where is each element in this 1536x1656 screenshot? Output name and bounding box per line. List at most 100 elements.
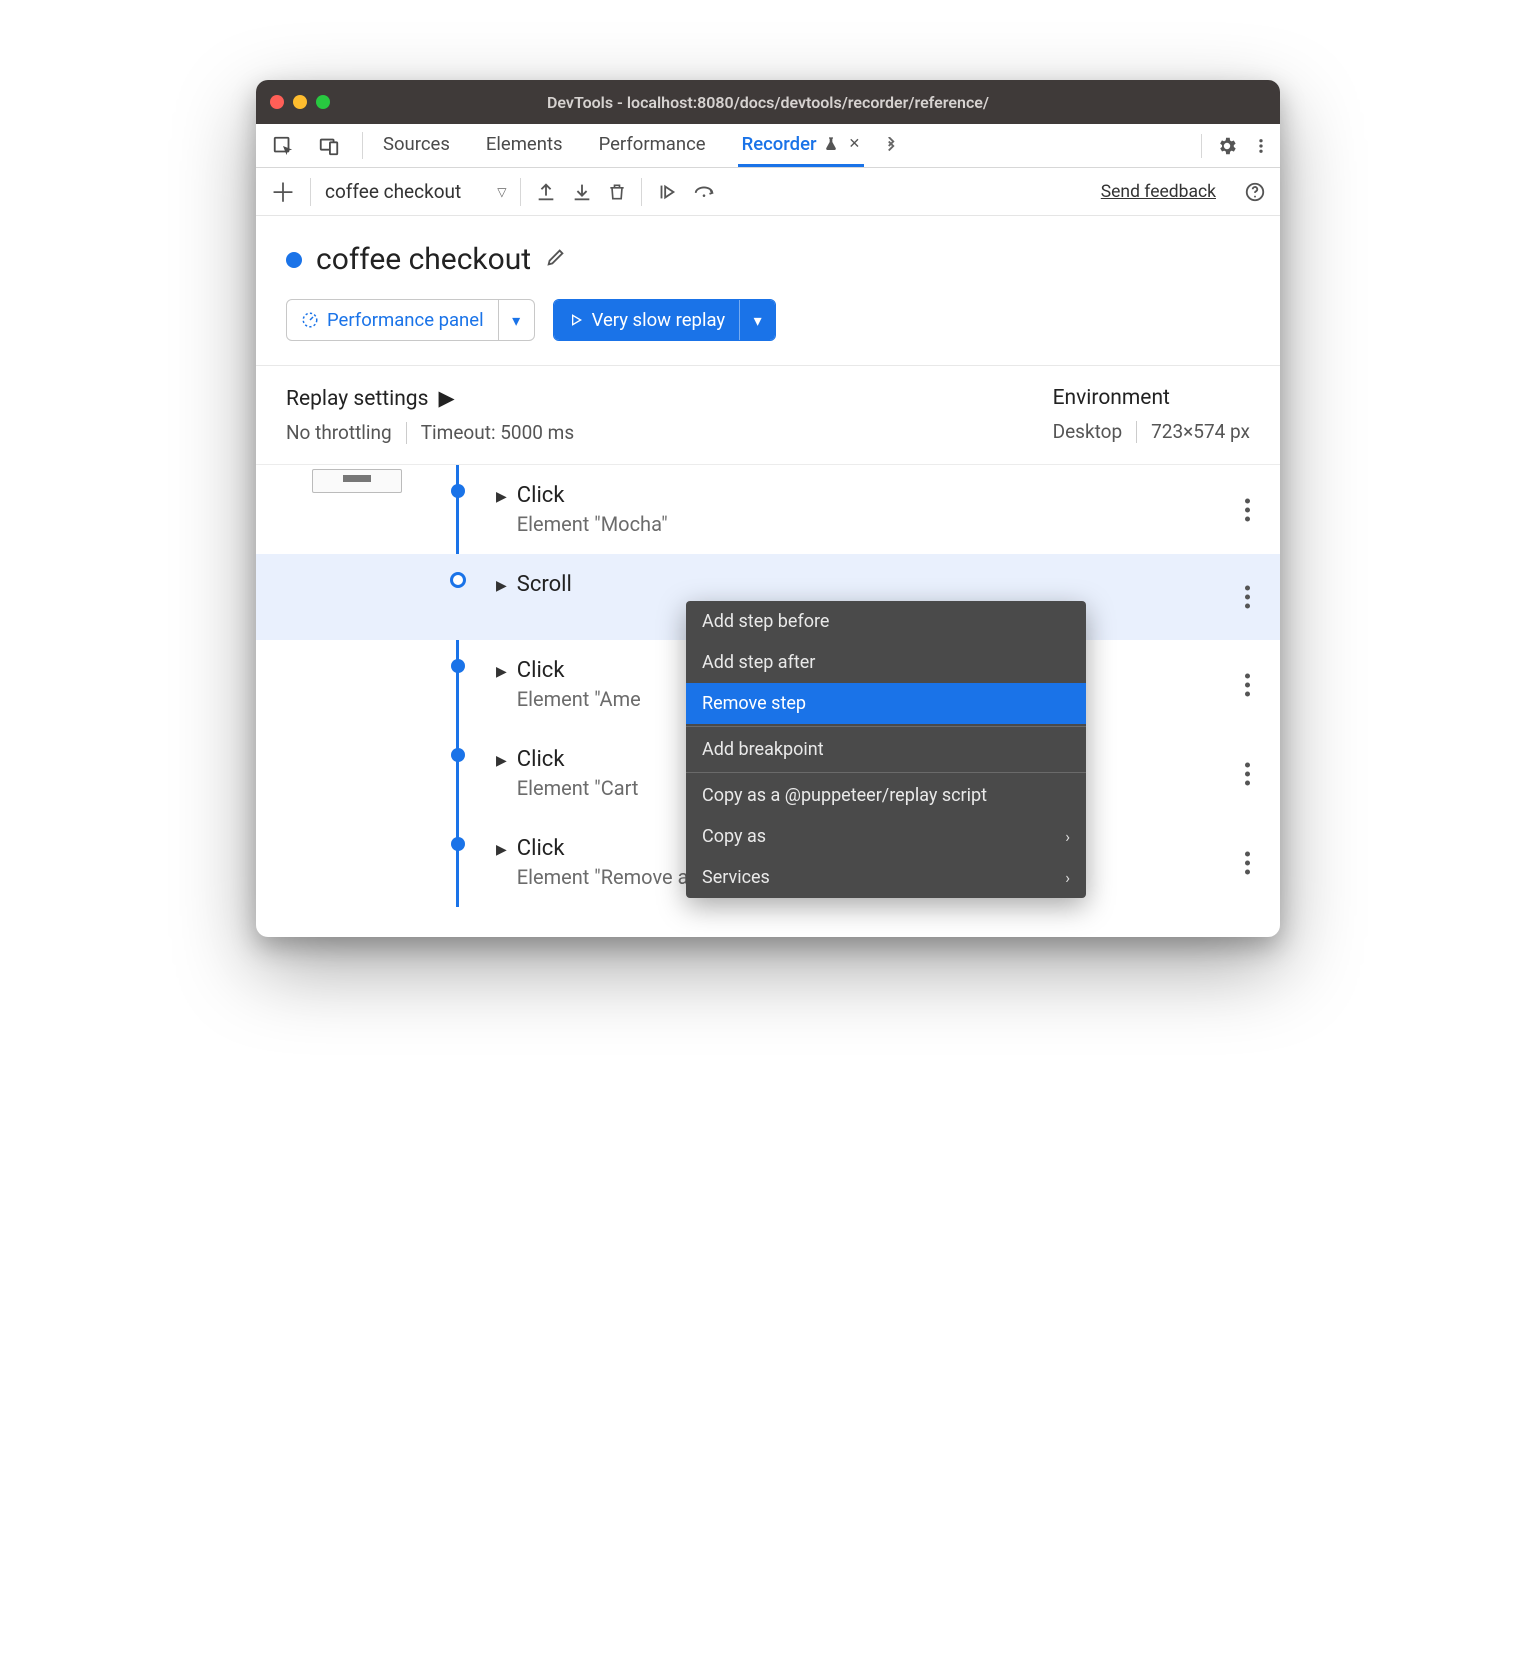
close-tab-icon[interactable]: ✕ [849, 136, 861, 152]
tab-elements[interactable]: Elements [482, 124, 567, 167]
step-marker [451, 659, 465, 673]
step-marker [450, 572, 466, 588]
context-menu-item[interactable]: Add step before [686, 601, 1086, 642]
steps-timeline: ▶ Click Element "Mocha" ▶ Scroll ▶ Click Elemen… [256, 465, 1280, 937]
separator [1201, 134, 1202, 158]
import-icon[interactable] [571, 181, 593, 203]
context-menu-label: Copy as a @puppeteer/replay script [702, 785, 987, 806]
gear-icon[interactable] [1216, 135, 1238, 157]
caret-right-icon: ▶ [438, 386, 454, 411]
close-window-button[interactable] [270, 95, 284, 109]
flask-icon [823, 136, 839, 152]
context-menu-item[interactable]: Remove step [686, 683, 1086, 724]
minimize-window-button[interactable] [293, 95, 307, 109]
step-title: Click [517, 483, 668, 508]
tab-label: Recorder [742, 133, 817, 155]
recording-title: coffee checkout [316, 242, 531, 277]
zoom-window-button[interactable] [316, 95, 330, 109]
step-kebab-icon[interactable] [1245, 847, 1250, 878]
tab-recorder[interactable]: Recorder ✕ [738, 124, 865, 167]
devtools-window: DevTools - localhost:8080/docs/devtools/… [256, 80, 1280, 937]
separator [362, 132, 363, 159]
more-tabs-icon[interactable] [882, 137, 900, 155]
device-toggle-icon[interactable] [312, 124, 346, 167]
throttling-value: No throttling [286, 421, 392, 444]
step-marker [451, 837, 465, 851]
step-subtitle: Element "Mocha" [517, 512, 668, 536]
step-title: Scroll [517, 572, 572, 597]
context-menu-label: Copy as [702, 826, 766, 847]
export-icon[interactable] [535, 181, 557, 203]
replay-button-caret[interactable]: ▾ [739, 300, 775, 340]
step-over-icon[interactable] [692, 181, 716, 203]
tab-performance[interactable]: Performance [595, 124, 710, 167]
chevron-right-icon: › [1065, 827, 1070, 846]
timeline-step[interactable]: ▶ Click Element "Mocha" [256, 465, 1280, 554]
devtools-tabstrip: Sources Elements Performance Recorder ✕ [256, 124, 1280, 168]
help-icon[interactable] [1244, 181, 1266, 203]
expand-step-icon[interactable]: ▶ [496, 489, 507, 505]
chevron-down-icon: ▽ [497, 185, 506, 199]
context-menu-item[interactable]: Copy as › [686, 816, 1086, 857]
context-menu-item[interactable]: Copy as a @puppeteer/replay script [686, 775, 1086, 816]
window-title: DevTools - localhost:8080/docs/devtools/… [256, 93, 1280, 112]
tab-label: Performance [599, 133, 706, 155]
expand-step-icon[interactable]: ▶ [496, 842, 507, 858]
step-subtitle: Element "Cart [517, 776, 639, 800]
context-menu-item[interactable]: Add step after [686, 642, 1086, 683]
recording-name: coffee checkout [325, 180, 461, 203]
context-menu-item[interactable]: Add breakpoint [686, 729, 1086, 770]
context-menu-label: Add step after [702, 652, 815, 673]
chevron-right-icon: › [1065, 868, 1070, 887]
context-menu-item[interactable]: Services › [686, 857, 1086, 898]
send-feedback-link[interactable]: Send feedback [1101, 182, 1216, 202]
step-marker [451, 748, 465, 762]
separator [310, 178, 311, 206]
separator [520, 178, 521, 206]
edit-title-icon[interactable] [545, 246, 567, 273]
recording-status-dot [286, 252, 302, 268]
window-titlebar: DevTools - localhost:8080/docs/devtools/… [256, 80, 1280, 124]
inspect-icon[interactable] [266, 124, 300, 167]
replay-button-label: Very slow replay [592, 309, 726, 331]
expand-step-icon[interactable]: ▶ [496, 578, 507, 594]
step-kebab-icon[interactable] [1245, 758, 1250, 789]
device-value: Desktop [1053, 420, 1123, 443]
step-play-icon[interactable] [656, 181, 678, 203]
context-menu-label: Services [702, 867, 770, 888]
context-menu-label: Add breakpoint [702, 739, 824, 760]
tab-sources[interactable]: Sources [379, 124, 454, 167]
recording-header: coffee checkout Performance panel ▾ Very… [256, 216, 1280, 366]
step-kebab-icon[interactable] [1245, 669, 1250, 700]
settings-strip: Replay settings ▶ No throttling Timeout:… [256, 366, 1280, 465]
timeout-value: Timeout: 5000 ms [421, 421, 574, 444]
context-menu-label: Remove step [702, 693, 806, 714]
tabstrip-right-icons [1201, 124, 1270, 167]
step-kebab-icon[interactable] [1245, 494, 1250, 525]
replay-button[interactable]: Very slow replay ▾ [553, 299, 777, 341]
delete-icon[interactable] [607, 181, 627, 203]
tab-label: Sources [383, 133, 450, 155]
traffic-lights [270, 95, 330, 109]
performance-panel-button[interactable]: Performance panel ▾ [286, 299, 535, 341]
environment-label: Environment [1053, 386, 1170, 410]
panel-tabs: Sources Elements Performance Recorder ✕ [379, 124, 864, 167]
expand-step-icon[interactable]: ▶ [496, 753, 507, 769]
step-title: Click [517, 658, 641, 683]
step-subtitle: Element "Ame [517, 687, 641, 711]
step-marker [451, 484, 465, 498]
separator [406, 422, 407, 444]
replay-settings-header[interactable]: Replay settings ▶ [286, 386, 574, 411]
step-context-menu: Add step before Add step after Remove step… [686, 601, 1086, 898]
step-kebab-icon[interactable] [1245, 582, 1250, 613]
separator [641, 178, 642, 206]
recorder-actionbar: ＋ coffee checkout ▽ Send feedback [256, 168, 1280, 216]
recording-selector[interactable]: coffee checkout ▽ [325, 180, 506, 203]
perf-button-caret[interactable]: ▾ [498, 300, 534, 340]
new-recording-button[interactable]: ＋ [270, 173, 296, 210]
separator [1136, 421, 1137, 443]
step-title: Click [517, 747, 639, 772]
environment-header: Environment [1053, 386, 1170, 410]
kebab-icon[interactable] [1252, 135, 1270, 157]
expand-step-icon[interactable]: ▶ [496, 664, 507, 680]
